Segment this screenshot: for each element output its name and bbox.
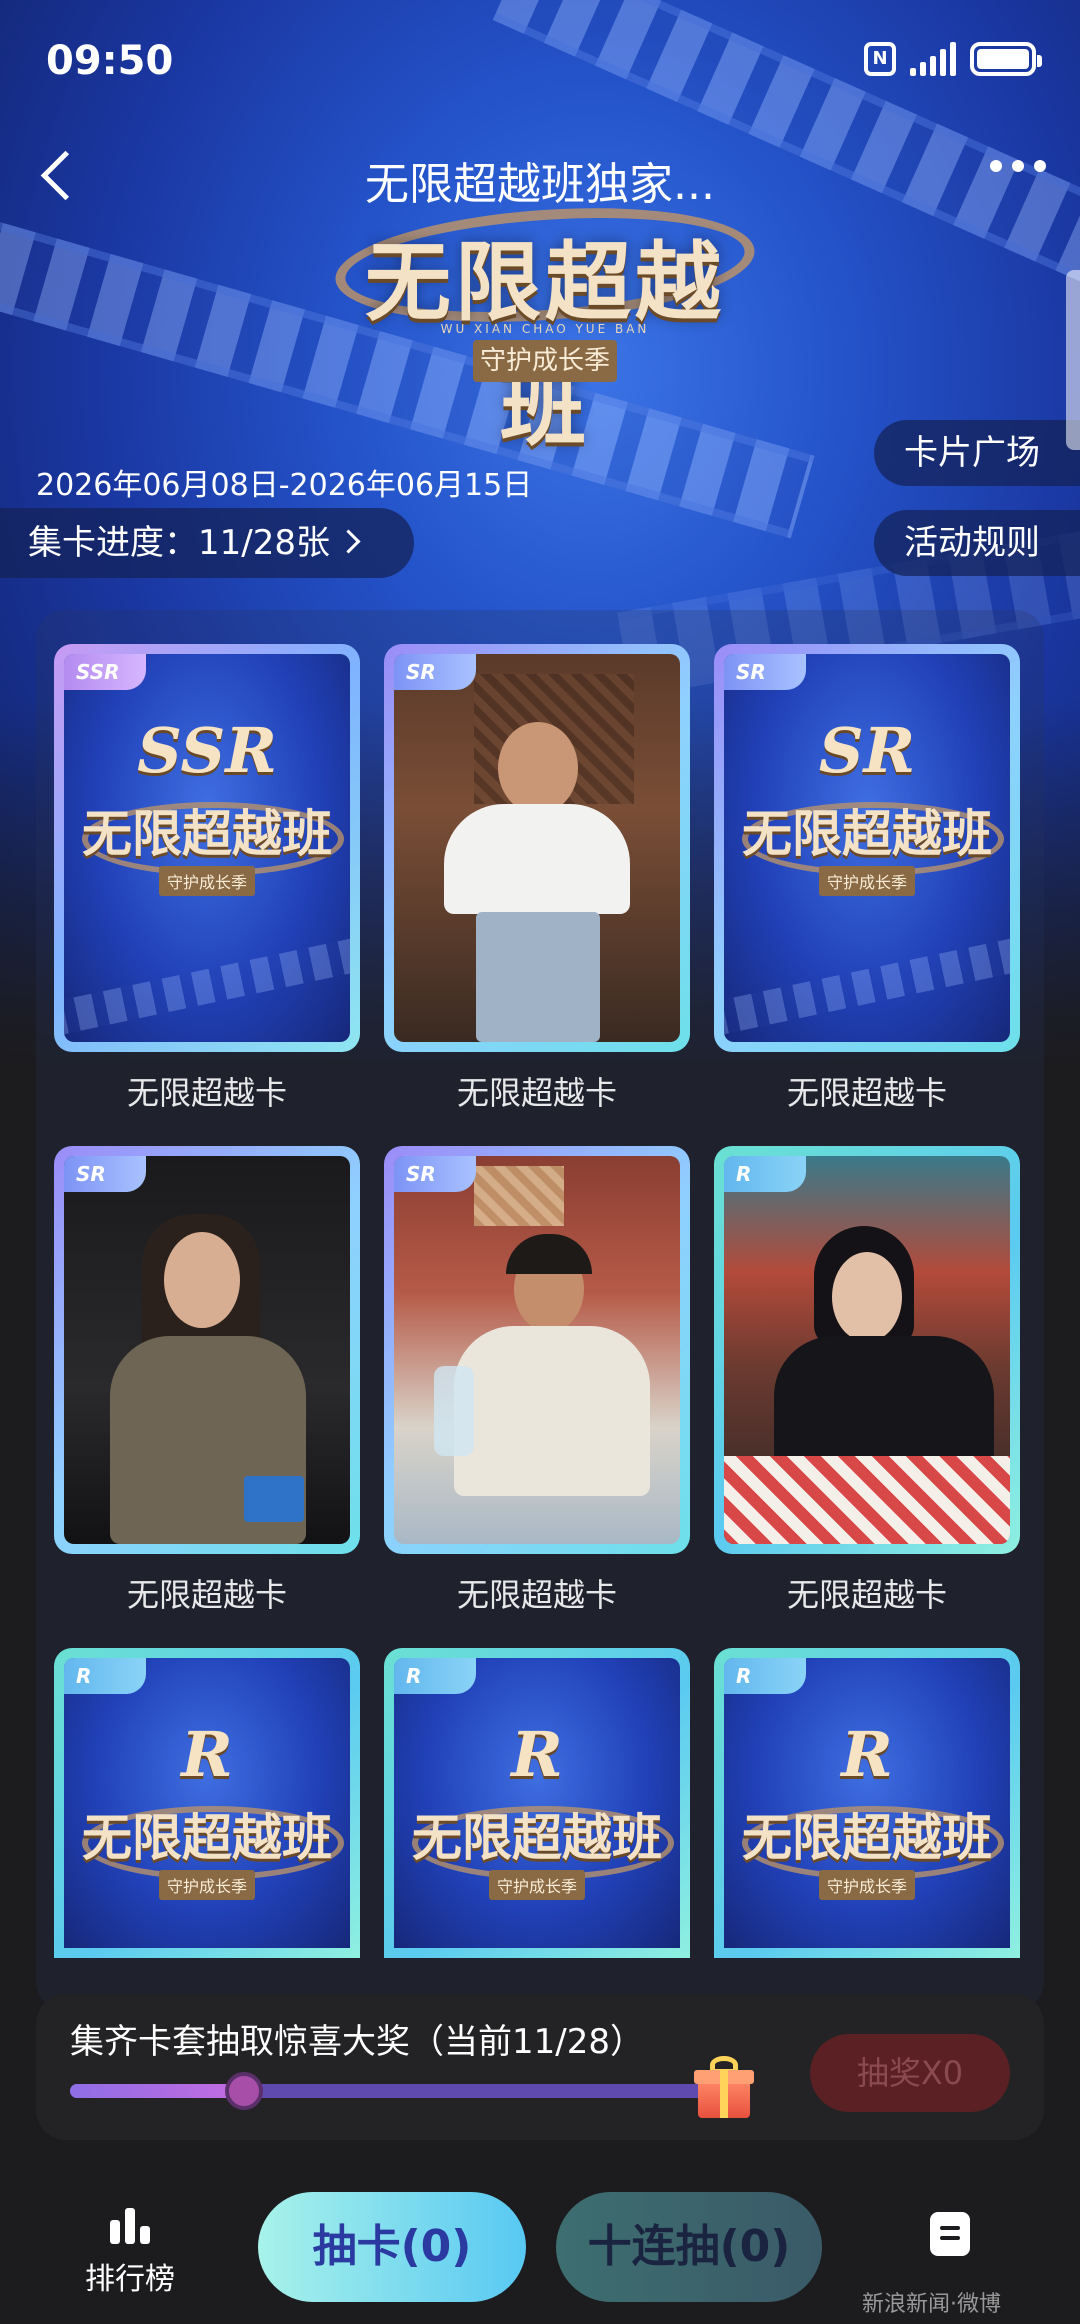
- card-item[interactable]: SSR SSR 无限超越班 守护成长季: [54, 644, 360, 1052]
- watermark: 新浪新闻·微博: [862, 2292, 1001, 2317]
- card-plaza-button[interactable]: 卡片广场: [874, 420, 1080, 486]
- rarity-tag: R: [64, 1658, 146, 1694]
- rarity-tag: SSR: [64, 654, 146, 690]
- card-item[interactable]: SR SR 无限超越班 守护成长季: [714, 644, 1020, 1052]
- battery-icon: [970, 42, 1042, 76]
- reward-title: 集齐卡套抽取惊喜大奖（当前11/28）: [70, 2022, 644, 2062]
- draw-card-button[interactable]: 抽卡(0): [258, 2192, 526, 2302]
- card-logo: 无限超越班: [412, 1808, 662, 1867]
- chevron-right-icon: [336, 529, 361, 554]
- side-handle[interactable]: [1066, 270, 1080, 450]
- card-item[interactable]: SR: [54, 1146, 360, 1554]
- leaderboard-icon: [60, 2204, 200, 2244]
- card-logo-sub: 守护成长季: [488, 1870, 586, 1900]
- show-logo: 无限超越班 WU XIAN CHAO YUE BAN 守护成长季: [331, 190, 759, 458]
- rarity-mark: SR: [818, 714, 916, 787]
- ten-draw-button[interactable]: 十连抽(0): [556, 2192, 822, 2302]
- card-logo: 无限超越班: [82, 804, 332, 863]
- card-logo: 无限超越班: [742, 804, 992, 863]
- card-item[interactable]: SR: [384, 1146, 690, 1554]
- bottom-bar: 排行榜 抽卡(0) 十连抽(0) 新浪新闻·微博: [0, 2170, 1080, 2324]
- card-logo-sub: 守护成长季: [818, 866, 916, 896]
- card-item[interactable]: SR: [384, 644, 690, 1052]
- card-photo: [724, 1156, 1010, 1544]
- card-item[interactable]: R: [714, 1146, 1020, 1554]
- rarity-tag: R: [724, 1658, 806, 1694]
- rules-button[interactable]: 活动规则: [874, 510, 1080, 576]
- rarity-tag: SR: [394, 654, 476, 690]
- event-date-range: 2026年06月08日-2026年06月15日: [36, 468, 533, 503]
- card-logo: 无限超越班: [742, 1808, 992, 1867]
- rarity-tag: SR: [724, 654, 806, 690]
- back-button[interactable]: [30, 144, 90, 204]
- card-logo: 无限超越班: [82, 1808, 332, 1867]
- rarity-mark: SSR: [137, 714, 277, 787]
- card-logo-sub: 守护成长季: [818, 1870, 916, 1900]
- reward-progress-fill: [70, 2084, 244, 2098]
- gift-icon: [692, 2056, 756, 2120]
- collection-progress-button[interactable]: 集卡进度：11/28张: [0, 508, 414, 578]
- card-photo: [394, 654, 680, 1042]
- rarity-tag: R: [394, 1658, 476, 1694]
- logo-subtitle: 守护成长季: [473, 340, 617, 382]
- card-logo-sub: 守护成长季: [158, 866, 256, 896]
- status-time: 09:50: [46, 38, 174, 84]
- more-options-button[interactable]: [990, 160, 1046, 172]
- card-name: 无限超越卡: [786, 1074, 947, 1112]
- signal-icon: [910, 42, 956, 76]
- status-bar: 09:50 N: [0, 0, 1080, 130]
- reward-progress-track: [70, 2072, 730, 2110]
- card-name: 无限超越卡: [456, 1576, 617, 1614]
- card-name: 无限超越卡: [126, 1576, 287, 1614]
- nfc-icon: N: [864, 42, 896, 76]
- rarity-mark: R: [181, 1718, 233, 1791]
- card-item[interactable]: R R 无限超越班 守护成长季: [54, 1648, 360, 1958]
- rarity-mark: R: [511, 1718, 563, 1791]
- card-photo: [394, 1156, 680, 1544]
- card-name: 无限超越卡: [456, 1074, 617, 1112]
- rarity-tag: SR: [394, 1156, 476, 1192]
- logo-pinyin: WU XIAN CHAO YUE BAN: [440, 322, 650, 336]
- collection-progress-label: 集卡进度：11/28张: [28, 523, 330, 563]
- reward-progress-knob: [224, 2072, 263, 2110]
- rarity-tag: R: [724, 1156, 806, 1192]
- lottery-button[interactable]: 抽奖X0: [810, 2034, 1010, 2112]
- card-item[interactable]: R R 无限超越班 守护成长季: [384, 1648, 690, 1958]
- card-photo: [64, 1156, 350, 1544]
- rarity-tag: SR: [64, 1156, 146, 1192]
- leaderboard-tab[interactable]: 排行榜: [60, 2204, 200, 2298]
- card-item[interactable]: R R 无限超越班 守护成长季: [714, 1648, 1020, 1958]
- status-icons: N: [864, 42, 1042, 76]
- logo-title: 无限超越班: [365, 232, 725, 458]
- card-logo-sub: 守护成长季: [158, 1870, 256, 1900]
- reward-panel: 集齐卡套抽取惊喜大奖（当前11/28） 抽奖X0: [36, 1994, 1044, 2140]
- rarity-mark: R: [841, 1718, 893, 1791]
- leaderboard-label: 排行榜: [85, 2262, 175, 2297]
- card-name: 无限超越卡: [126, 1074, 287, 1112]
- records-icon[interactable]: [930, 2212, 970, 2256]
- card-name: 无限超越卡: [786, 1576, 947, 1614]
